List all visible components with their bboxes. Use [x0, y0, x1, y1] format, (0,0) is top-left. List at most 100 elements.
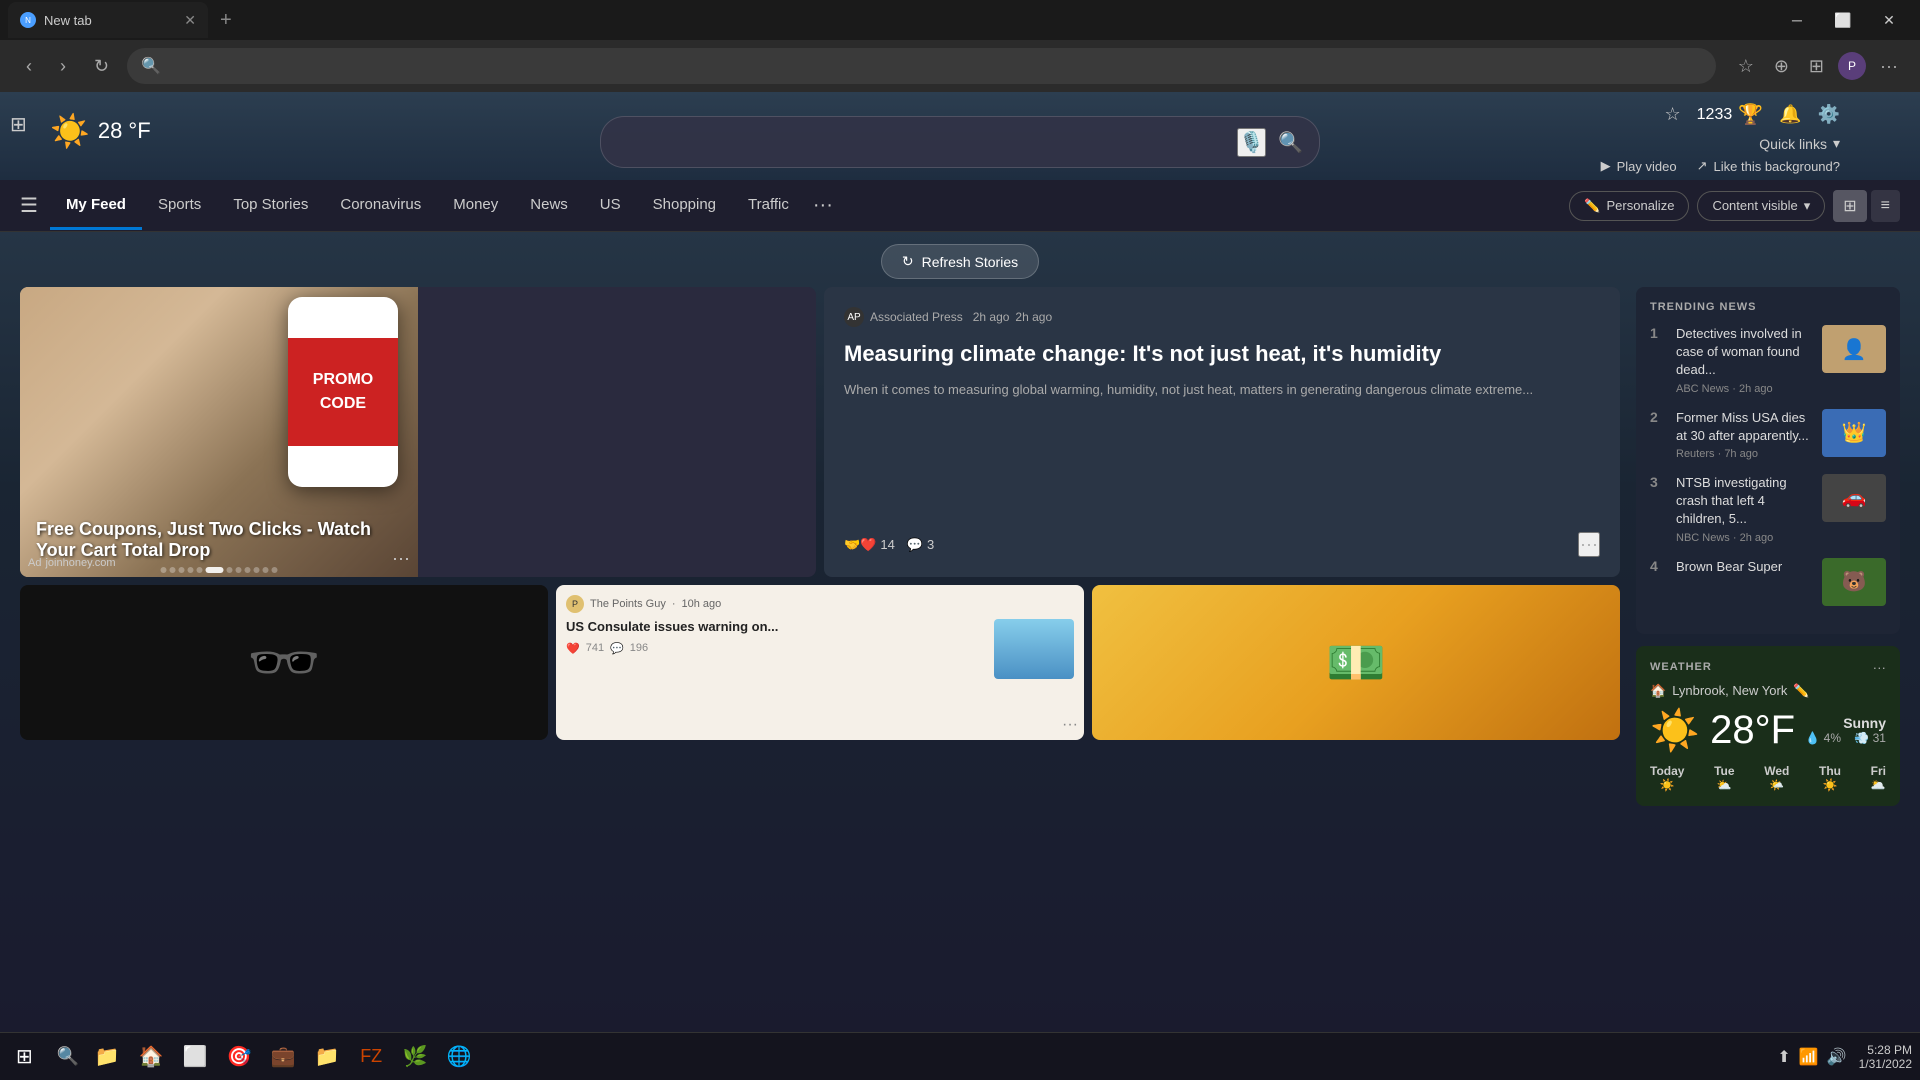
news-title: Measuring climate change: It's not just … [844, 339, 1600, 370]
trending-meta-1: ABC News · 2h ago [1676, 383, 1812, 395]
play-video-label: Play video [1617, 159, 1677, 174]
maximize-button[interactable]: ⬜ [1820, 0, 1866, 40]
personalize-button[interactable]: ✏️ Personalize [1569, 191, 1689, 221]
active-tab[interactable]: N New tab ✕ [8, 2, 208, 38]
weather-big-temperature: 28°F [1710, 708, 1795, 753]
nav-item-money[interactable]: Money [437, 182, 514, 230]
nav-item-traffic[interactable]: Traffic [732, 182, 805, 230]
small-comments-count: 196 [630, 642, 648, 654]
taskbar-search-icon[interactable]: 🔍 [49, 1042, 87, 1071]
main-search-input[interactable]: va [617, 132, 1225, 153]
taskbar-folder-icon[interactable]: 📁 [307, 1037, 347, 1077]
nav-more-button[interactable]: ··· [805, 194, 841, 217]
microphone-button[interactable]: 🎙️ [1237, 128, 1266, 157]
feed-navigation: ☰ My Feed Sports Top Stories Coronavirus… [0, 180, 1920, 232]
quick-links-bar[interactable]: Quick links ▾ [1759, 135, 1840, 152]
favorites-icon[interactable]: ☆ [1732, 50, 1760, 83]
news-more-menu[interactable]: ··· [1578, 532, 1600, 557]
taskbar-home-icon[interactable]: 🏠 [131, 1037, 171, 1077]
trending-title-1: Detectives involved in case of woman fou… [1676, 325, 1812, 380]
small-news-title: US Consulate issues warning on... [566, 619, 986, 636]
back-button[interactable]: ‹ [16, 50, 42, 83]
taskbar-explorer-icon[interactable]: 📁 [87, 1037, 127, 1077]
nav-item-shopping[interactable]: Shopping [637, 182, 732, 230]
trending-number-1: 1 [1650, 325, 1666, 341]
trending-item-2[interactable]: 2 Former Miss USA dies at 30 after appar… [1650, 409, 1886, 460]
nav-item-coronavirus[interactable]: Coronavirus [324, 182, 437, 230]
settings-menu-button[interactable]: ··· [1874, 50, 1904, 83]
taskbar-files-icon[interactable]: 💼 [263, 1037, 303, 1077]
tab-title: New tab [44, 13, 176, 28]
main-news-card[interactable]: AP Associated Press 2h ago 2h ago Measur… [824, 287, 1620, 577]
taskbar-teams-icon[interactable]: 🎯 [219, 1037, 259, 1077]
edit-location-icon[interactable]: ✏️ [1793, 683, 1809, 699]
system-tray-icons: ⬆ 📶 🔊 [1777, 1047, 1846, 1067]
profiles-icon[interactable]: ⊞ [1803, 50, 1830, 83]
comments-count: 3 [927, 537, 934, 552]
trending-image-3: 🚗 [1822, 474, 1886, 522]
nav-item-sports[interactable]: Sports [142, 182, 217, 230]
reactions-button[interactable]: 🤝❤️ 14 [844, 537, 895, 553]
collections-icon[interactable]: ⊕ [1768, 50, 1795, 83]
close-window-button[interactable]: ✕ [1866, 0, 1912, 40]
money-card[interactable]: 💵 [1092, 585, 1620, 740]
content-visible-button[interactable]: Content visible ▾ [1697, 191, 1825, 221]
edit-icon: ✏️ [1584, 198, 1600, 214]
taskbar-clock: 5:28 PM 1/31/2022 [1859, 1043, 1912, 1071]
small-news-card[interactable]: P The Points Guy · 10h ago US Consulate … [556, 585, 1084, 740]
tab-close-button[interactable]: ✕ [184, 12, 196, 29]
address-bar: 🔍 va [127, 48, 1716, 84]
trending-item-1[interactable]: 1 Detectives involved in case of woman f… [1650, 325, 1886, 395]
forecast-day-thu: Thu ☀️ [1819, 764, 1841, 792]
trending-item-3[interactable]: 3 NTSB investigating crash that left 4 c… [1650, 474, 1886, 544]
notifications-icon[interactable]: 🔔 [1779, 104, 1801, 125]
comments-button[interactable]: 💬 3 [907, 537, 934, 553]
nav-item-my-feed[interactable]: My Feed [50, 182, 142, 230]
refresh-stories-button[interactable]: ↻ Refresh Stories [881, 244, 1039, 279]
search-submit-button[interactable]: 🔍 [1278, 130, 1303, 155]
taskbar-filezilla-icon[interactable]: FZ [351, 1037, 391, 1077]
home-icon: 🏠 [1650, 683, 1666, 699]
settings-icon[interactable]: ⚙️ [1818, 104, 1840, 125]
money-icon: 💵 [1326, 634, 1386, 691]
svg-text:N: N [25, 16, 31, 25]
nav-item-top-stories[interactable]: Top Stories [217, 182, 324, 230]
weather-sidebar-section: WEATHER ··· 🏠 Lynbrook, New York ✏️ ☀️ 2… [1636, 646, 1900, 806]
time-ago: 2h ago [973, 310, 1010, 324]
like-background-button[interactable]: ↗ Like this background? [1697, 158, 1840, 174]
card-dots [161, 567, 278, 573]
quick-links-chevron-icon: ▾ [1833, 135, 1840, 152]
taskbar-greenshot-icon[interactable]: 🌿 [395, 1037, 435, 1077]
ad-card[interactable]: PROMO CODE Free Coupons, Just Two Clicks… [20, 287, 816, 577]
forecast-day-tue: Tue ⛅ [1714, 764, 1734, 792]
nav-item-news[interactable]: News [514, 182, 584, 230]
favorites-icon[interactable]: ☆ [1665, 104, 1681, 125]
small-news-image [994, 619, 1074, 679]
taskbar-edge-icon[interactable]: 🌐 [439, 1037, 479, 1077]
apps-grid-icon[interactable]: ⊞ [10, 112, 27, 137]
trending-item-4[interactable]: 4 Brown Bear Super 🐻 [1650, 558, 1886, 606]
small-card-more-menu[interactable]: ··· [1062, 716, 1078, 734]
weather-more-button[interactable]: ··· [1873, 660, 1886, 675]
start-button[interactable]: ⊞ [8, 1040, 41, 1073]
taskbar-time-display: 5:28 PM [1859, 1043, 1912, 1057]
hamburger-menu-icon[interactable]: ☰ [20, 193, 38, 218]
new-tab-button[interactable]: + [212, 5, 240, 36]
nav-item-us[interactable]: US [584, 182, 637, 230]
reload-button[interactable]: ↻ [84, 50, 119, 83]
reactions-count: 14 [880, 537, 894, 552]
forward-button[interactable]: › [50, 50, 76, 83]
trending-number-2: 2 [1650, 409, 1666, 425]
glasses-card[interactable]: 🕶️ [20, 585, 548, 740]
list-view-button[interactable]: ≡ [1871, 190, 1900, 222]
promo-code-label: PROMO CODE [288, 338, 398, 446]
taskbar-widget-icon[interactable]: ⬜ [175, 1037, 215, 1077]
profile-avatar[interactable]: P [1838, 52, 1866, 80]
refresh-icon: ↻ [902, 253, 914, 270]
address-input[interactable]: va [169, 58, 1702, 74]
play-video-button[interactable]: ▶ Play video [1601, 158, 1677, 174]
tab-favicon: N [20, 12, 36, 28]
minimize-button[interactable]: ─ [1774, 0, 1820, 40]
tray-icon-1: ⬆ [1777, 1047, 1790, 1067]
grid-view-button[interactable]: ⊞ [1833, 190, 1866, 222]
